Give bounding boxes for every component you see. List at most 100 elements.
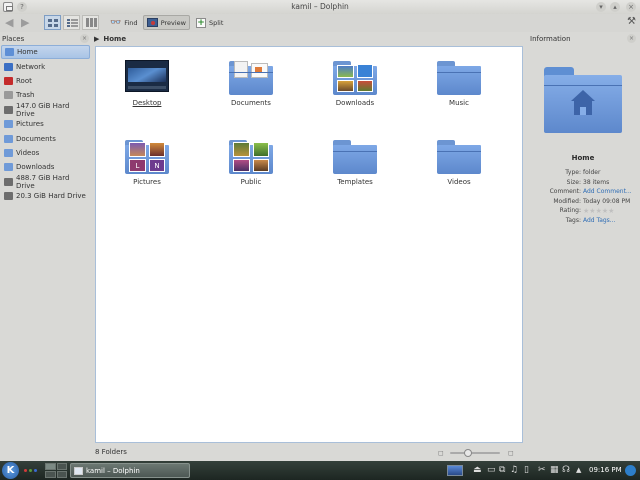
file-label: Music [449,99,469,107]
folder-icon [4,120,13,129]
close-icon[interactable]: × [626,2,636,12]
music-folder-icon [437,58,481,96]
file-label: Pictures [133,178,161,186]
zoom-out-icon[interactable]: ◻ [438,449,444,457]
places-item-label: Documents [16,134,56,143]
places-item[interactable]: Root [1,74,90,88]
star-icon[interactable]: ★ [608,207,614,215]
places-item[interactable]: Trash [1,88,90,102]
icons-view-button[interactable] [44,15,61,30]
places-item[interactable]: 147.0 GiB Hard Drive [1,102,90,118]
file-item[interactable]: Downloads [319,58,391,107]
zoom-slider[interactable]: ◻ ◻ [438,449,522,457]
arrow-right-icon: ▶ [21,16,30,29]
folder-icon [4,134,13,143]
places-close-icon[interactable]: × [80,34,89,43]
folder-icon [4,148,13,157]
headphones-icon[interactable]: ☊ [562,464,570,477]
places-item-label: Trash [16,91,35,100]
info-value: folder [583,169,601,176]
info-properties: Type: folder Size: 38 items Comment: Add Comm… [530,169,636,227]
file-view[interactable]: Desktop Documents Downloads Music L N Pi… [95,46,523,443]
places-item-label: Downloads [16,163,55,172]
plasma-cashew-icon[interactable] [625,465,636,476]
maximize-icon[interactable]: ▴ [610,2,620,12]
file-item[interactable]: Videos [423,137,495,186]
clock[interactable]: 09:16 PM [589,466,622,474]
details-view-button[interactable] [63,15,80,30]
back-button[interactable]: ◀ [2,15,16,30]
places-item[interactable]: Downloads [1,160,90,174]
info-row: Modified: Today 09:08 PM [530,198,636,208]
dolphin-icon [74,466,83,475]
rating-stars[interactable]: ★★★★★ [583,207,636,217]
battery-icon[interactable]: ▯ [524,464,529,477]
desktop-folder-icon [125,58,169,96]
file-label: Documents [231,99,271,107]
places-item[interactable]: 488.7 GiB Hard Drive [1,174,90,190]
desktop-pager[interactable] [45,463,67,478]
hard-drive-icon [4,105,13,114]
configure-icon[interactable]: ⚒ [627,16,636,27]
find-button[interactable]: 👓 Find [107,15,141,30]
file-item[interactable]: L N Pictures [111,137,183,186]
file-item[interactable]: Documents [215,58,287,107]
monitor-icon[interactable] [447,465,463,476]
downloads-folder-icon [333,58,377,96]
breadcrumb-current[interactable]: Home [103,35,126,43]
notes-icon[interactable]: ⧉ [499,464,505,477]
file-label: Public [240,178,262,186]
templates-folder-icon [333,137,377,175]
places-item[interactable]: Videos [1,146,90,160]
forward-button[interactable]: ▶ [18,15,32,30]
clipboard-icon[interactable]: ▦ [550,464,559,477]
scissors-icon[interactable]: ✂ [538,464,546,477]
preview-button[interactable]: Preview [143,15,190,30]
hard-drive-icon [4,192,13,201]
info-link[interactable]: Add Comment... [583,188,636,198]
minimize-icon[interactable]: ▾ [596,2,606,12]
places-item-label: Root [16,76,32,85]
klipper-icon[interactable]: ▭ [487,464,496,477]
file-item[interactable]: Music [423,58,495,107]
info-close-icon[interactable]: × [627,34,636,43]
device-notifier-icon[interactable]: ⏏ [473,464,482,477]
zoom-slider-handle[interactable] [464,449,472,457]
places-item[interactable]: Home [1,45,90,60]
places-item[interactable]: Documents [1,131,90,145]
binoculars-icon: 👓 [110,17,122,28]
places-item[interactable]: Pictures [1,117,90,131]
file-item[interactable]: Public [215,137,287,186]
status-text: 8 Folders [95,448,127,456]
taskbar: K kamil – Dolphin ⏏ ▭ ⧉ ♫ ▯ ✂ ▦ ☊ ▲ 09:1… [0,461,640,480]
arrow-left-icon: ◀ [5,16,14,29]
file-label: Templates [337,178,373,186]
info-key: Rating: [559,207,581,215]
columns-view-button[interactable] [82,15,99,30]
zoom-in-icon[interactable]: ◻ [508,449,514,457]
preview-icon [147,18,158,27]
places-item[interactable]: 20.3 GiB Hard Drive [1,189,90,203]
split-button[interactable]: + Split [193,15,226,30]
activity-icon[interactable] [24,469,37,472]
documents-folder-icon [229,58,273,96]
info-row: Type: folder [530,169,636,179]
sound-icon[interactable]: ♫ [510,464,518,477]
file-item[interactable]: Desktop [111,58,183,107]
title-bar[interactable]: ? kamil – Dolphin ▾ ▴ × [0,0,640,14]
task-dolphin[interactable]: kamil – Dolphin [70,463,190,478]
file-item[interactable]: Templates [319,137,391,186]
public-folder-icon [229,137,273,175]
info-item-name: Home [571,154,595,162]
tray-expand-icon[interactable]: ▲ [576,464,581,477]
info-value: Today 09:08 PM [583,197,631,205]
info-value: 38 items [583,178,610,186]
main-toolbar: ◀ ▶ 👓 Find Preview + Split ⚒ [0,14,640,32]
root-folder-icon [4,76,13,85]
places-item[interactable]: Network [1,59,90,73]
breadcrumb[interactable]: ▶ Home [94,35,126,43]
places-item-label: Pictures [16,120,44,129]
info-row: Comment: Add Comment... [530,188,636,198]
kde-menu-icon[interactable]: K [2,462,19,479]
info-link[interactable]: Add Tags... [583,217,636,227]
